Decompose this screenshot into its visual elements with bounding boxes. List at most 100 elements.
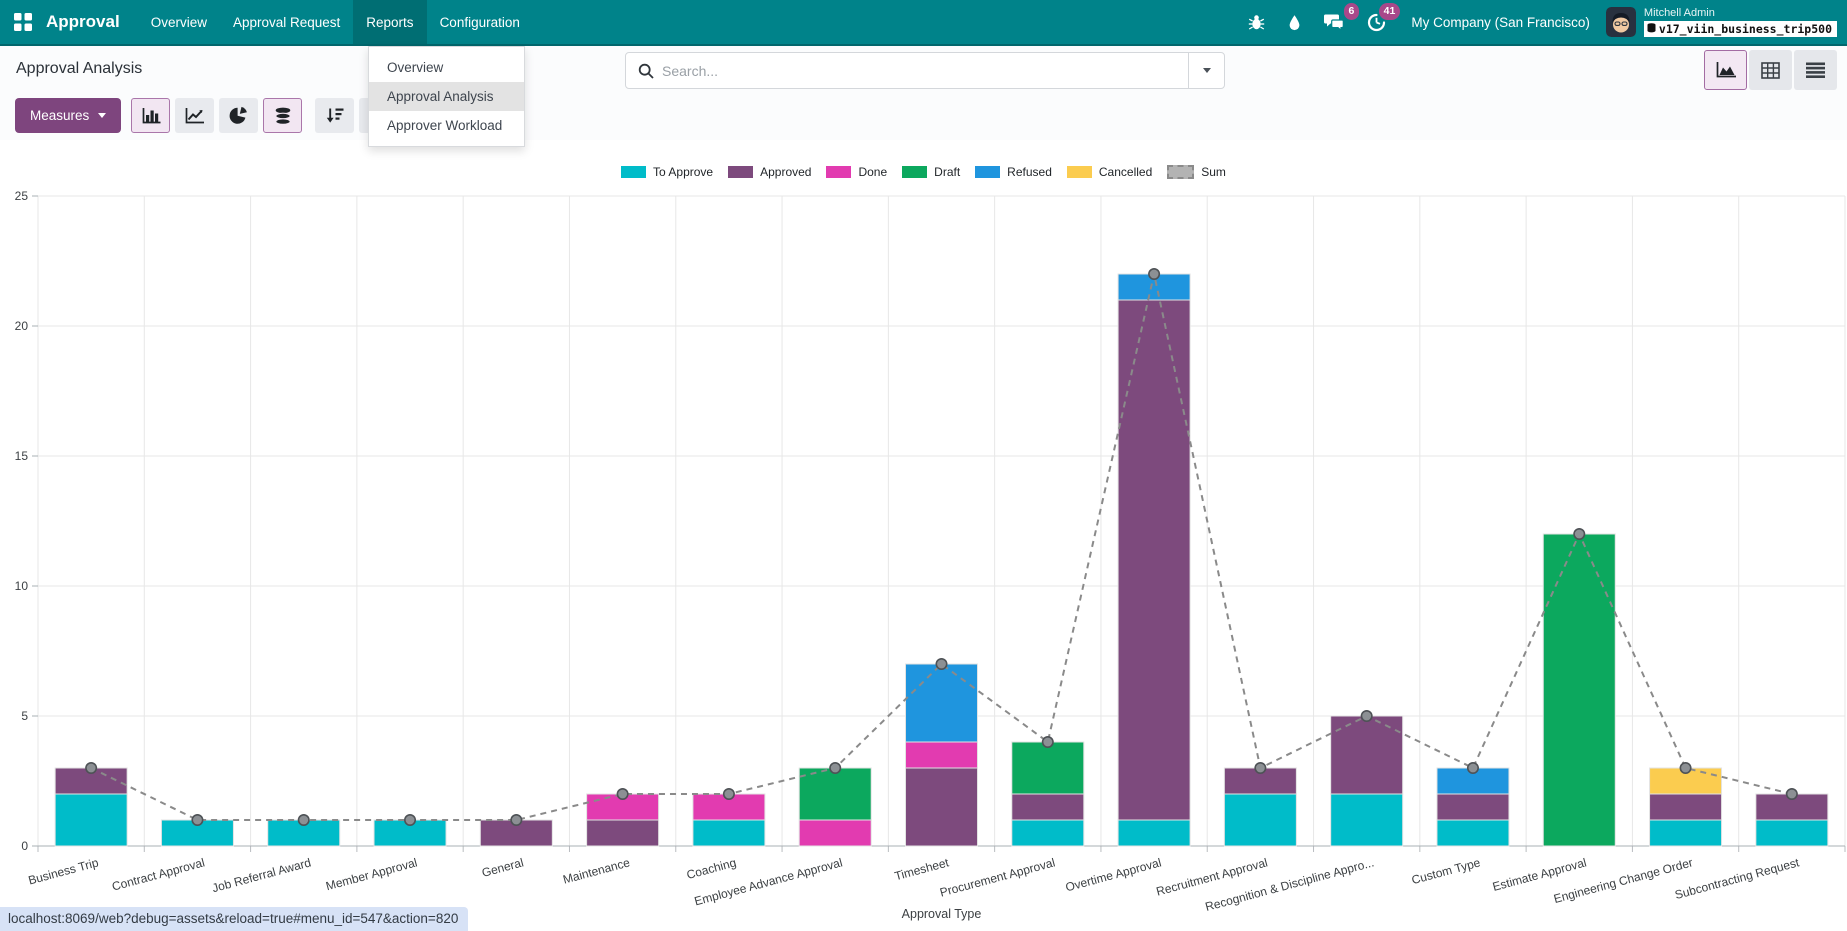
nav-menu-reports[interactable]: Reports xyxy=(353,0,426,44)
bar-segment-done[interactable] xyxy=(906,742,978,768)
database-name: v17_viin_business_trip500 xyxy=(1659,22,1832,36)
sum-point[interactable] xyxy=(936,659,946,669)
x-axis-title: Approval Type xyxy=(902,907,982,921)
bar-segment-draft[interactable] xyxy=(799,768,871,820)
bar-segment-approved[interactable] xyxy=(1331,716,1403,794)
chart-area: To Approve Approved Done Draft Refused Cancel… xyxy=(0,140,1847,931)
bar-segment-approved[interactable] xyxy=(1118,300,1190,820)
avatar xyxy=(1606,7,1636,37)
sum-point[interactable] xyxy=(830,763,840,773)
bar-segment-to-approve[interactable] xyxy=(1012,820,1084,846)
line-chart-button[interactable] xyxy=(175,98,214,133)
sum-point[interactable] xyxy=(1361,711,1371,721)
bar-segment-to-approve[interactable] xyxy=(1118,820,1190,846)
sum-point[interactable] xyxy=(405,815,415,825)
sum-point[interactable] xyxy=(1574,529,1584,539)
bar-segment-draft[interactable] xyxy=(1543,534,1615,846)
bar-segment-refused[interactable] xyxy=(906,664,978,742)
sum-point[interactable] xyxy=(1149,269,1159,279)
legend-swatch xyxy=(1067,166,1092,178)
bar-segment-approved[interactable] xyxy=(906,768,978,846)
dropdown-item-overview[interactable]: Overview xyxy=(369,53,524,82)
legend-item-to-approve[interactable]: To Approve xyxy=(621,165,713,179)
sum-point[interactable] xyxy=(1680,763,1690,773)
sum-point[interactable] xyxy=(299,815,309,825)
sum-point[interactable] xyxy=(511,815,521,825)
stacked-button[interactable] xyxy=(263,98,302,133)
user-menu[interactable]: Mitchell Admin v17_viin_business_trip500 xyxy=(1606,7,1837,37)
search-icon xyxy=(626,63,662,79)
sum-point[interactable] xyxy=(617,789,627,799)
legend-label: To Approve xyxy=(653,165,713,179)
measures-label: Measures xyxy=(30,108,89,123)
search-dropdown-toggle[interactable] xyxy=(1188,53,1224,88)
legend-item-refused[interactable]: Refused xyxy=(975,165,1052,179)
nav-menu-overview[interactable]: Overview xyxy=(138,0,220,44)
sum-point[interactable] xyxy=(1043,737,1053,747)
legend-item-draft[interactable]: Draft xyxy=(902,165,960,179)
bar-segment-approved[interactable] xyxy=(1437,794,1509,820)
view-switcher-list[interactable] xyxy=(1794,50,1837,90)
top-navbar: Approval Overview Approval Request Repor… xyxy=(0,0,1847,46)
activity-clock-icon[interactable]: 41 xyxy=(1356,0,1397,44)
reports-dropdown-menu: Overview Approval Analysis Approver Work… xyxy=(368,46,525,147)
legend-item-sum[interactable]: Sum xyxy=(1167,165,1226,179)
bar-segment-approved[interactable] xyxy=(587,820,659,846)
legend-item-cancelled[interactable]: Cancelled xyxy=(1067,165,1152,179)
x-axis-label: General xyxy=(480,855,525,880)
x-axis-label: Job Referral Award xyxy=(211,855,313,895)
legend-item-done[interactable]: Done xyxy=(826,165,887,179)
legend-item-approved[interactable]: Approved xyxy=(728,165,811,179)
droplet-icon[interactable] xyxy=(1276,0,1313,44)
status-bar-url: localhost:8069/web?debug=assets&reload=t… xyxy=(0,907,468,931)
sum-point[interactable] xyxy=(724,789,734,799)
bar-segment-to-approve[interactable] xyxy=(1650,820,1722,846)
x-axis-label: Custom Type xyxy=(1410,855,1482,887)
avatar-glyph xyxy=(1606,7,1636,37)
bar-segment-to-approve[interactable] xyxy=(1331,794,1403,846)
view-switcher-pivot[interactable] xyxy=(1749,50,1792,90)
bug-glyph xyxy=(1248,14,1265,31)
area-chart-icon xyxy=(1715,61,1737,79)
dropdown-item-approval-analysis[interactable]: Approval Analysis xyxy=(369,82,524,111)
sort-descending-button[interactable] xyxy=(315,98,354,133)
legend-label: Approved xyxy=(760,165,811,179)
chat-icon[interactable]: 6 xyxy=(1313,0,1356,44)
bar-segment-done[interactable] xyxy=(799,820,871,846)
bar-segment-approved[interactable] xyxy=(1650,794,1722,820)
navbar-left: Approval Overview Approval Request Repor… xyxy=(0,0,533,44)
database-badge: v17_viin_business_trip500 xyxy=(1644,21,1837,37)
bar-segment-approved[interactable] xyxy=(1012,794,1084,820)
sum-point[interactable] xyxy=(192,815,202,825)
sum-point[interactable] xyxy=(1255,763,1265,773)
dropdown-item-approver-workload[interactable]: Approver Workload xyxy=(369,111,524,140)
search-input[interactable] xyxy=(662,53,1188,88)
bar-segment-to-approve[interactable] xyxy=(1437,820,1509,846)
sum-point[interactable] xyxy=(86,763,96,773)
bar-chart-button[interactable] xyxy=(131,98,170,133)
legend-swatch xyxy=(826,166,851,178)
nav-menu-configuration[interactable]: Configuration xyxy=(427,0,533,44)
nav-menu-approval-request[interactable]: Approval Request xyxy=(220,0,353,44)
sum-point[interactable] xyxy=(1787,789,1797,799)
bar-segment-draft[interactable] xyxy=(1012,742,1084,794)
legend-label: Sum xyxy=(1201,165,1226,179)
app-brand[interactable]: Approval xyxy=(46,12,138,32)
navbar-systray: 6 41 My Company (San Francisco) xyxy=(1237,0,1847,44)
chart-legend: To Approve Approved Done Draft Refused Cancel… xyxy=(0,165,1847,179)
measures-button[interactable]: Measures xyxy=(15,98,121,133)
bar-segment-to-approve[interactable] xyxy=(1224,794,1296,846)
view-switcher xyxy=(1704,50,1837,90)
sum-point[interactable] xyxy=(1468,763,1478,773)
stacked-bar-chart[interactable]: 0510152025Business TripContract Approval… xyxy=(0,140,1847,931)
pie-chart-button[interactable] xyxy=(219,98,258,133)
apps-grid-icon[interactable] xyxy=(0,0,46,44)
view-switcher-graph[interactable] xyxy=(1704,50,1747,90)
legend-label: Done xyxy=(858,165,887,179)
bug-icon[interactable] xyxy=(1237,0,1276,44)
company-switcher[interactable]: My Company (San Francisco) xyxy=(1411,15,1590,30)
line-chart-icon xyxy=(184,107,205,125)
bar-segment-to-approve[interactable] xyxy=(55,794,127,846)
bar-segment-to-approve[interactable] xyxy=(693,820,765,846)
bar-segment-to-approve[interactable] xyxy=(1756,820,1828,846)
